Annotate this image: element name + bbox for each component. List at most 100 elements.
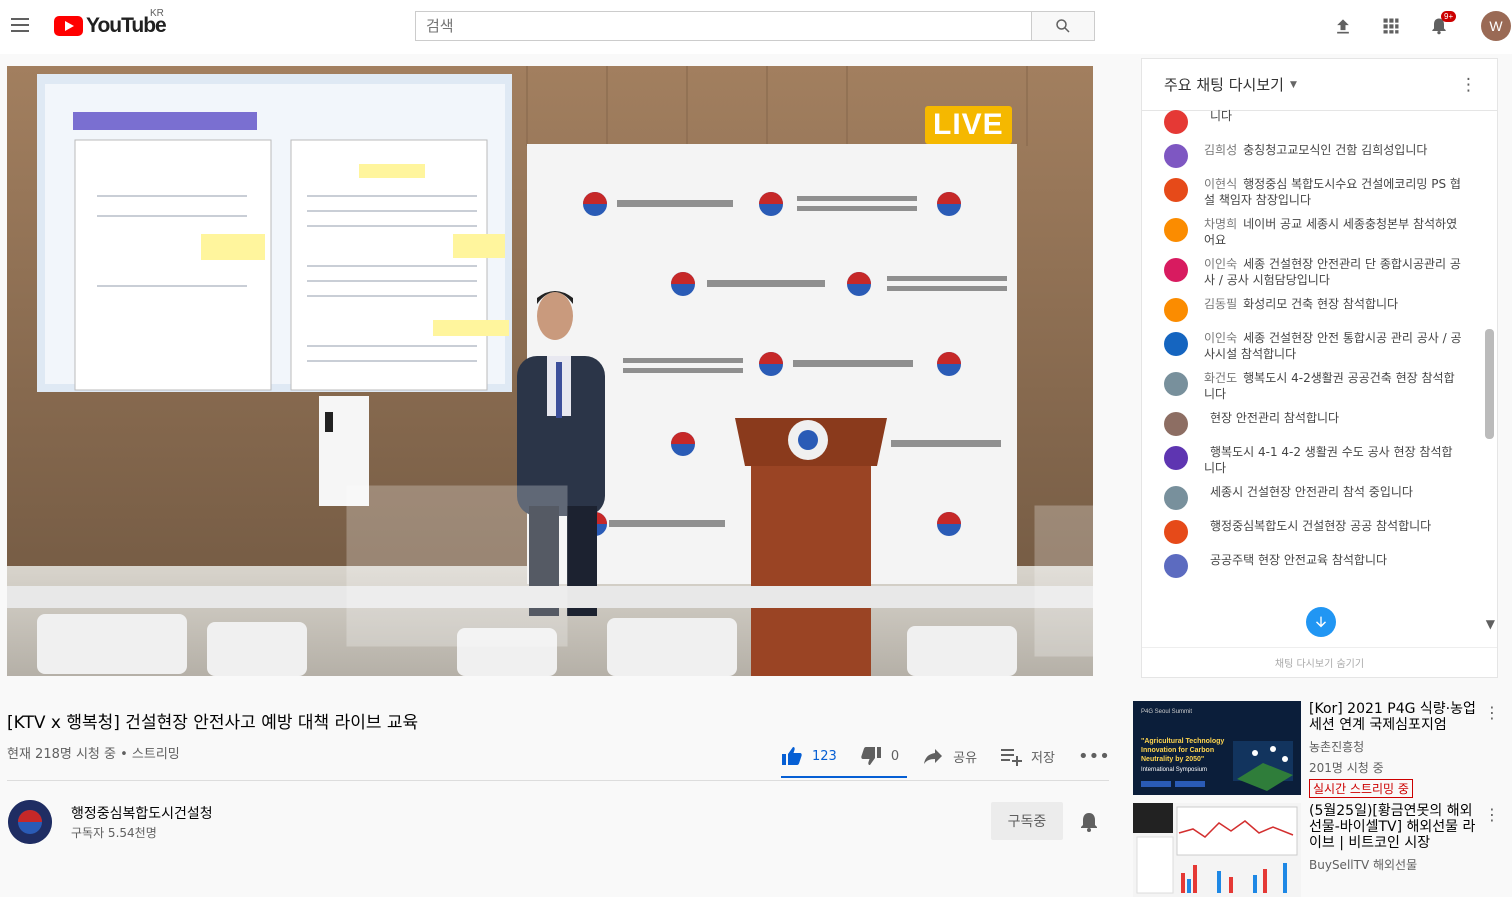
chat-author-avatar[interactable] [1164,412,1188,436]
chat-message: 현장 안전관리 참석합니다 [1142,406,1482,440]
chat-author-name[interactable]: 김희성 [1204,143,1237,157]
share-button[interactable]: 공유 [921,744,977,768]
account-avatar[interactable]: W [1481,11,1511,41]
chat-message-body: 세종시 건설현장 안전관리 참석 중입니다 [1204,484,1413,500]
recommendation-views: 201명 시청 중 [1309,761,1384,775]
chat-message-text: 세종 건설현장 안전관리 단 종합시공관리 공사 / 공사 시험담당입니다 [1204,257,1461,287]
chat-author-avatar[interactable] [1164,446,1188,470]
hide-chat-replay-button[interactable]: 채팅 다시보기 숨기기 [1142,647,1497,677]
chat-message: 공공주택 현장 안전교육 참석합니다 [1142,548,1482,582]
chat-author-avatar[interactable] [1164,178,1188,202]
chat-message: 행정중심복합도시 건설현장 공공 참석합니다 [1142,514,1482,548]
chat-author-avatar[interactable] [1164,372,1188,396]
like-button[interactable]: 123 [780,744,837,768]
chat-message-text: 충칭청고교모식인 건함 김희성입니다 [1243,143,1428,157]
chat-message-text: 세종시 건설현장 안전관리 참석 중입니다 [1210,485,1413,499]
chat-message: 행복도시 4-1 4-2 생활권 수도 공사 현장 참석합니다 [1142,440,1482,480]
save-label: 저장 [1031,750,1055,766]
chat-author-name[interactable]: 이인숙 [1204,331,1237,345]
search-input[interactable] [416,12,1031,40]
chat-author-avatar[interactable] [1164,218,1188,242]
like-count: 123 [812,748,837,764]
chat-message-text: 현장 안전관리 참석합니다 [1210,411,1340,425]
chat-menu-icon[interactable]: ⋮ [1460,75,1477,95]
save-button[interactable]: 저장 [999,744,1055,768]
recommendation-menu-icon[interactable]: ⋮ [1484,805,1500,824]
like-ratio-bar [781,776,907,778]
recommendation-menu-icon[interactable]: ⋮ [1484,703,1500,722]
chat-message: 세종시 건설현장 안전관리 참석 중입니다 [1142,480,1482,514]
youtube-play-icon [54,16,83,36]
chat-author-name[interactable]: 화건도 [1204,371,1237,385]
chat-author-name[interactable]: 김동필 [1204,297,1237,311]
chat-message-body: 차명희 네이버 공교 세종시 세종충청본부 참석하였어요 [1204,216,1462,248]
chat-message-body: 김희성 충칭청고교모식인 건함 김희성입니다 [1204,142,1427,158]
live-chat-panel: 주요 채팅 다시보기 ▼ ⋮ 니다 김희성 충칭청고교모식인 건함 김희성입니다 이현… [1141,58,1498,678]
chat-message: 이현식 행정중심 복합도시수요 건설에코리밍 PS 협설 책임자 참장입니다 [1142,172,1482,212]
chat-message: 차명희 네이버 공교 세종시 세종충청본부 참석하였어요 [1142,212,1482,252]
recommended-video-1[interactable]: P4G Seoul Summit "Agricultural Technolog… [1133,701,1503,798]
chat-message-body: 현장 안전관리 참석합니다 [1204,410,1339,426]
chat-message-text: 공공주택 현장 안전교육 참석합니다 [1210,553,1388,567]
chat-author-avatar[interactable] [1164,298,1188,322]
recommendation-channel[interactable]: BuySellTV 해외선물 [1309,856,1479,873]
chat-message: 김동필 화성리모 건축 현장 참석합니다 [1142,292,1482,326]
live-badge: LIVE [925,106,1012,144]
thumb-heading: "Agricultural Technology Innovation for … [1141,738,1225,763]
chat-message-text: 행정중심 복합도시수요 건설에코리밍 PS 협설 책임자 참장입니다 [1204,177,1461,207]
chat-message-text: 네이버 공교 세종시 세종충청본부 참석하였어요 [1204,217,1458,247]
chat-message-body: 이인숙 세종 건설현장 안전 통합시공 관리 공사 / 공사시설 참석합니다 [1204,330,1462,362]
dislike-count: 0 [890,748,900,764]
subscribed-button[interactable]: 구독중 [991,802,1063,840]
chat-author-avatar[interactable] [1164,332,1188,356]
recommendation-channel[interactable]: 농촌진흥청 [1309,738,1479,755]
chat-author-avatar[interactable] [1164,554,1188,578]
thumbs-down-icon [861,747,881,765]
scroll-down-icon[interactable]: ▼ [1486,617,1495,631]
chat-scrollbar[interactable] [1485,329,1494,439]
playlist-add-icon [1001,749,1023,766]
thumbs-up-icon [782,747,802,765]
jump-to-bottom-button[interactable] [1306,607,1336,637]
chat-author-avatar[interactable] [1164,110,1188,134]
hamburger-menu-icon[interactable] [8,14,32,38]
chat-author-name[interactable]: 차명희 [1204,217,1237,231]
youtube-logo[interactable]: YouTube KR [54,8,167,38]
chat-message: 화건도 행복도시 4-2생활권 공공건축 현장 참석합니다 [1142,366,1482,406]
channel-name[interactable]: 행정중심복합도시건설청 [71,803,213,823]
chat-message-text: 행복도시 4-2생활권 공공건축 현장 참석합니다 [1204,371,1455,401]
recommended-video-2[interactable]: (5월25일)[황금연못의 해외선물-바이셀TV] 해외선물 라이브 | 비트코… [1133,803,1503,897]
search-box [415,11,1031,41]
search-button[interactable] [1031,11,1095,41]
video-player[interactable]: LIVE [7,66,1093,676]
chat-author-avatar[interactable] [1164,520,1188,544]
recommendation-title[interactable]: [Kor] 2021 P4G 식량·농업 세션 연계 국제심포지엄 [1309,701,1479,733]
subscriber-count: 구독자 5.54천명 [71,826,157,840]
chat-author-name[interactable]: 이현식 [1204,177,1237,191]
recommendation-title[interactable]: (5월25일)[황금연못의 해외선물-바이셀TV] 해외선물 라이브 | 비트코… [1309,803,1479,851]
video-title: [KTV x 행복청] 건설현장 안전사고 예방 대책 라이브 교육 [7,713,419,733]
chat-message-list: 니다 김희성 충칭청고교모식인 건함 김희성입니다 이현식 행정중심 복합도시수요 건설… [1142,104,1482,582]
thumb-brand: P4G Seoul Summit [1141,709,1193,715]
notification-badge: 9+ [1441,11,1457,22]
chat-message: 김희성 충칭청고교모식인 건함 김희성입니다 [1142,138,1482,172]
chevron-down-icon[interactable]: ▼ [1290,80,1297,90]
dislike-button[interactable]: 0 [859,744,899,768]
video-frame-scene [7,66,1093,676]
upload-icon[interactable] [1331,14,1355,38]
chat-message: 이인숙 세종 건설현장 안전관리 단 종합시공관리 공사 / 공사 시험담당입니다 [1142,252,1482,292]
top-bar: YouTube KR 9+ W [0,0,1512,54]
chat-message-body: 공공주택 현장 안전교육 참석합니다 [1204,552,1387,568]
video-thumbnail[interactable]: P4G Seoul Summit "Agricultural Technolog… [1133,701,1301,795]
channel-avatar[interactable] [8,800,52,844]
search-icon [1056,19,1070,33]
chat-author-name[interactable]: 이인숙 [1204,257,1237,271]
live-now-badge: 실시간 스트리밍 중 [1309,779,1413,798]
chat-author-avatar[interactable] [1164,486,1188,510]
chat-author-avatar[interactable] [1164,144,1188,168]
video-thumbnail[interactable] [1133,803,1301,897]
channel-bell-icon[interactable] [1077,810,1101,834]
chat-author-avatar[interactable] [1164,258,1188,282]
more-actions-icon[interactable]: ••• [1078,746,1110,767]
apps-grid-icon[interactable] [1379,14,1403,38]
